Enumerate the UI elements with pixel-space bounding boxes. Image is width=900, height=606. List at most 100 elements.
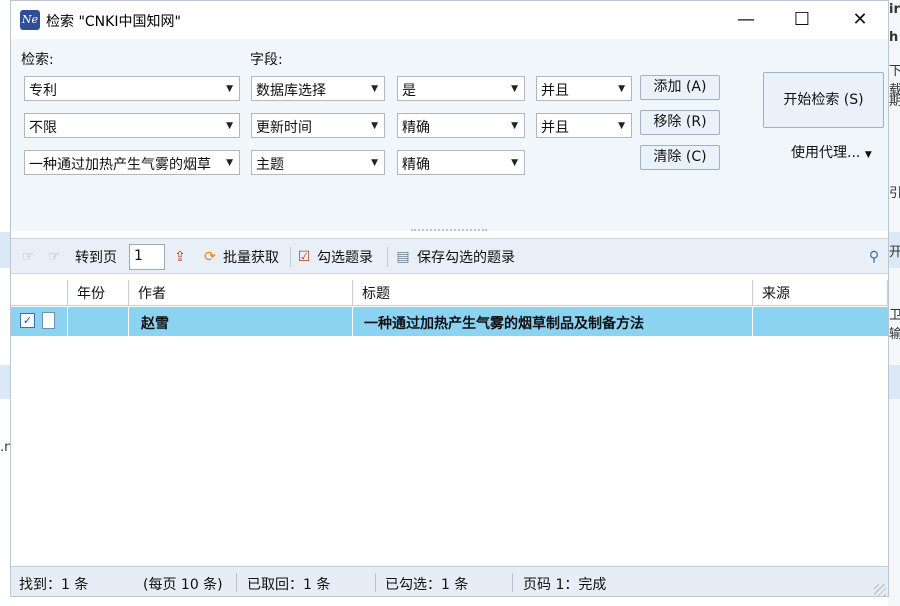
column-header-source[interactable]: 来源 xyxy=(762,283,790,303)
field-value: 主题 xyxy=(256,157,284,173)
remove-button[interactable]: 移除 (R) xyxy=(640,110,720,135)
column-separator xyxy=(128,280,129,306)
check-list-icon[interactable]: ☑ xyxy=(295,248,313,266)
toolbar-separator xyxy=(387,247,388,267)
status-separator xyxy=(512,573,513,592)
search-label: 检索: xyxy=(21,52,54,68)
start-search-button[interactable]: 开始检索 (S) xyxy=(763,72,884,128)
chevron-down-icon: ▼ xyxy=(618,84,625,94)
chevron-down-icon: ▼ xyxy=(511,84,518,94)
search-term-value: 专利 xyxy=(29,83,57,99)
match-value: 精确 xyxy=(402,157,430,173)
table-row[interactable]: ✓ 赵雪 一种通过加热产生气雾的烟草制品及制备方法 xyxy=(11,307,888,336)
search-term-combo[interactable]: 一种通过加热产生气雾的烟草 ▼ xyxy=(24,150,240,175)
cell-separator xyxy=(352,307,353,336)
chevron-down-icon: ▼ xyxy=(371,84,378,94)
add-button[interactable]: 添加 (A) xyxy=(640,75,720,100)
logic-value: 并且 xyxy=(541,83,569,99)
window-title: 检索 "CNKI中国知网" xyxy=(46,14,181,30)
chevron-down-icon: ▼ xyxy=(511,158,518,168)
logic-value: 并且 xyxy=(541,120,569,136)
background-text: 卫输 xyxy=(889,308,900,342)
search-term-value: 不限 xyxy=(29,120,57,136)
column-separator xyxy=(67,280,68,306)
goto-page-label: 转到页 xyxy=(75,250,117,266)
column-header-title[interactable]: 标题 xyxy=(362,283,390,303)
results-toolbar: ☞ ☞ 转到页 1 ⇪ ⟳ 批量获取 ☑ 勾选题录 ▤ 保存勾选的题录 ⚲ xyxy=(11,238,888,274)
cell-separator xyxy=(67,307,68,336)
field-label: 字段: xyxy=(250,52,283,68)
chevron-down-icon: ▼ xyxy=(371,158,378,168)
status-bar: 找到：1 条 (每页 10 条) 已取回：1 条 已勾选：1 条 页码 1：完成 xyxy=(11,566,888,596)
column-separator xyxy=(752,280,753,306)
field-value: 更新时间 xyxy=(256,120,312,136)
field-combo[interactable]: 数据库选择 ▼ xyxy=(251,76,385,101)
row-checkbox[interactable]: ✓ xyxy=(20,313,35,328)
match-value: 精确 xyxy=(402,120,430,136)
cell-author: 赵雪 xyxy=(141,316,169,332)
search-term-combo[interactable]: 专利 ▼ xyxy=(24,76,240,101)
clear-button[interactable]: 清除 (C) xyxy=(640,145,720,170)
status-fetched: 已取回：1 条 xyxy=(247,577,331,593)
close-button[interactable]: ✕ xyxy=(831,1,888,39)
column-header-year[interactable]: 年份 xyxy=(77,283,105,303)
search-form: 检索: 字段: 专利 ▼ 数据库选择 ▼ 是 ▼ 并且 ▼ 不限 ▼ 更新时间 ▼ 精确 ▼ … xyxy=(11,39,888,231)
search-dialog: Ne 检索 "CNKI中国知网" — ☐ ✕ 检索: 字段: 专利 ▼ 数据库选择… xyxy=(10,0,889,597)
field-value: 数据库选择 xyxy=(256,83,326,99)
batch-fetch-icon[interactable]: ⟳ xyxy=(201,248,219,266)
document-icon xyxy=(42,312,55,329)
splitter-handle[interactable] xyxy=(411,229,487,234)
status-separator xyxy=(236,573,237,592)
status-separator xyxy=(375,573,376,592)
search-term-combo[interactable]: 不限 ▼ xyxy=(24,113,240,138)
search-term-value: 一种通过加热产生气雾的烟草 xyxy=(29,157,211,173)
cell-separator xyxy=(752,307,753,336)
column-header-author[interactable]: 作者 xyxy=(138,283,166,303)
next-page-icon[interactable]: ☞ xyxy=(45,248,63,266)
chevron-down-icon: ▼ xyxy=(226,158,233,168)
save-stack-icon[interactable]: ▤ xyxy=(394,248,412,266)
cnki-app-icon: Ne xyxy=(20,10,40,30)
chevron-down-icon: ▼ xyxy=(511,121,518,131)
chevron-down-icon: ▼ xyxy=(226,84,233,94)
column-separator xyxy=(887,280,888,306)
page-number-input[interactable]: 1 xyxy=(129,244,165,270)
match-combo[interactable]: 精确 ▼ xyxy=(397,150,525,175)
minimize-button[interactable]: — xyxy=(717,1,775,39)
cell-title: 一种通过加热产生气雾的烟草制品及制备方法 xyxy=(364,316,644,332)
user-clear-icon[interactable]: ⚲ xyxy=(865,248,883,266)
batch-fetch-button[interactable]: 批量获取 xyxy=(223,247,279,267)
background-text: 期- xyxy=(889,94,900,109)
background-text: h xyxy=(889,30,899,45)
resize-grip[interactable] xyxy=(874,584,886,596)
match-combo[interactable]: 精确 ▼ xyxy=(397,113,525,138)
cell-separator xyxy=(128,307,129,336)
logic-combo[interactable]: 并且 ▼ xyxy=(536,113,632,138)
background-text: ir xyxy=(889,2,900,17)
save-selected-button[interactable]: 保存勾选的题录 xyxy=(417,247,515,267)
field-combo[interactable]: 更新时间 ▼ xyxy=(251,113,385,138)
goto-page-icon[interactable]: ⇪ xyxy=(171,248,189,266)
status-page: 页码 1：完成 xyxy=(523,577,607,593)
match-combo[interactable]: 是 ▼ xyxy=(397,76,525,101)
column-separator xyxy=(352,280,353,306)
logic-combo[interactable]: 并且 ▼ xyxy=(536,76,632,101)
maximize-button[interactable]: ☐ xyxy=(773,1,831,39)
proxy-label: 使用代理... xyxy=(791,145,861,161)
select-records-button[interactable]: 勾选题录 xyxy=(317,247,373,267)
chevron-down-icon: ▼ xyxy=(226,121,233,131)
table-header: 年份 作者 标题 来源 xyxy=(11,280,888,306)
chevron-down-icon: ▼ xyxy=(864,150,872,160)
chevron-down-icon: ▼ xyxy=(371,121,378,131)
field-combo[interactable]: 主题 ▼ xyxy=(251,150,385,175)
status-checked: 已勾选：1 条 xyxy=(385,577,469,593)
background-text: 开 xyxy=(889,245,900,260)
status-per-page: (每页 10 条) xyxy=(143,577,223,593)
first-page-icon[interactable]: ☞ xyxy=(19,248,37,266)
status-found: 找到：1 条 xyxy=(19,577,89,593)
chevron-down-icon: ▼ xyxy=(618,121,625,131)
background-text: 引 xyxy=(889,186,900,201)
title-bar[interactable]: Ne 检索 "CNKI中国知网" — ☐ ✕ xyxy=(11,1,888,39)
toolbar-separator xyxy=(290,247,291,267)
proxy-dropdown[interactable]: 使用代理... ▼ xyxy=(791,142,872,162)
